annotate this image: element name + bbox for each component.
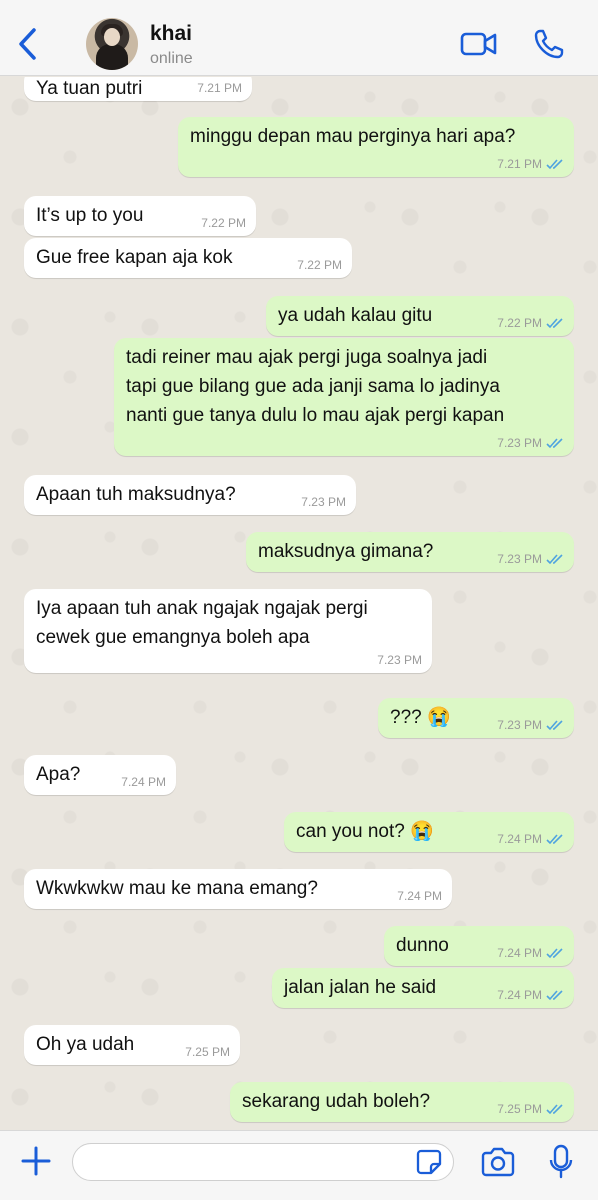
- message-timestamp: 7.24 PM: [497, 832, 542, 846]
- message-timestamp: 7.23 PM: [497, 552, 542, 566]
- incoming-message-bubble[interactable]: Apaan tuh maksudnya? 7.23 PM: [24, 475, 356, 515]
- contact-status: online: [150, 50, 193, 67]
- incoming-message-bubble[interactable]: Apa? 7.24 PM: [24, 755, 176, 795]
- read-receipt-icon: [546, 553, 563, 564]
- message-timestamp: 7.23 PM: [497, 718, 542, 732]
- read-receipt-icon: [546, 317, 563, 328]
- read-receipt-icon: [546, 719, 563, 730]
- message-timestamp: 7.23 PM: [301, 495, 346, 509]
- message-meta: 7.21 PM: [197, 81, 242, 95]
- avatar[interactable]: [86, 18, 138, 70]
- message-text: tadi reiner mau ajak pergi juga soalnya …: [126, 347, 505, 426]
- read-receipt-icon: [546, 1103, 563, 1114]
- message-text: Oh ya udah: [36, 1034, 135, 1055]
- message-text: Ya tuan putri: [36, 78, 143, 99]
- incoming-message-bubble[interactable]: Iya apaan tuh anak ngajak ngajak pergi c…: [24, 589, 432, 673]
- message-timestamp: 7.22 PM: [297, 258, 342, 272]
- message-text: Gue free kapan aja kok: [36, 247, 233, 268]
- message-timestamp: 7.21 PM: [197, 81, 242, 95]
- chat-header: khai online: [0, 0, 598, 76]
- read-receipt-icon: [546, 833, 563, 844]
- read-receipt-icon: [546, 158, 563, 169]
- message-meta: 7.21 PM: [497, 157, 564, 171]
- outgoing-message-bubble[interactable]: tadi reiner mau ajak pergi juga soalnya …: [114, 338, 574, 456]
- chat-area[interactable]: Ya tuan putri 7.21 PM minggu depan mau per…: [0, 77, 598, 1130]
- outgoing-message-bubble[interactable]: jalan jalan he said 7.24 PM: [272, 968, 574, 1008]
- outgoing-message-bubble[interactable]: ya udah kalau gitu 7.22 PM: [266, 296, 574, 336]
- message-text: sekarang udah boleh?: [242, 1091, 431, 1112]
- incoming-message-bubble[interactable]: Wkwkwkw mau ke mana emang? 7.24 PM: [24, 869, 452, 909]
- message-text: dunno: [396, 935, 449, 956]
- message-timestamp: 7.25 PM: [497, 1102, 542, 1116]
- incoming-message-bubble[interactable]: Gue free kapan aja kok 7.22 PM: [24, 238, 352, 278]
- message-meta: 7.23 PM: [497, 552, 564, 566]
- message-meta: 7.23 PM: [377, 653, 422, 667]
- message-meta: 7.24 PM: [121, 775, 166, 789]
- outgoing-message-bubble[interactable]: maksudnya gimana? 7.23 PM: [246, 532, 574, 572]
- message-meta: 7.22 PM: [201, 216, 246, 230]
- message-text: minggu depan mau perginya hari apa?: [190, 126, 516, 147]
- phone-icon[interactable]: [533, 28, 565, 60]
- message-timestamp: 7.25 PM: [185, 1045, 230, 1059]
- message-meta: 7.23 PM: [497, 718, 564, 732]
- message-text: Iya apaan tuh anak ngajak ngajak pergi c…: [36, 598, 368, 648]
- back-chevron-icon[interactable]: [14, 26, 42, 62]
- message-timestamp: 7.22 PM: [201, 216, 246, 230]
- outgoing-message-bubble[interactable]: ??? 😭 7.23 PM: [378, 698, 574, 738]
- message-timestamp: 7.24 PM: [497, 946, 542, 960]
- video-camera-icon[interactable]: [460, 30, 498, 58]
- message-meta: 7.25 PM: [497, 1102, 564, 1116]
- message-text: Apaan tuh maksudnya?: [36, 484, 236, 505]
- message-timestamp: 7.22 PM: [497, 316, 542, 330]
- message-text: maksudnya gimana?: [258, 541, 434, 562]
- message-text: ??? 😭: [390, 707, 451, 728]
- outgoing-message-bubble[interactable]: dunno 7.24 PM: [384, 926, 574, 966]
- message-meta: 7.25 PM: [185, 1045, 230, 1059]
- message-timestamp: 7.24 PM: [397, 889, 442, 903]
- message-text: Wkwkwkw mau ke mana emang?: [36, 878, 318, 899]
- message-meta: 7.24 PM: [497, 988, 564, 1002]
- message-meta: 7.22 PM: [297, 258, 342, 272]
- plus-icon[interactable]: [20, 1145, 52, 1177]
- message-meta: 7.22 PM: [497, 316, 564, 330]
- message-meta: 7.24 PM: [497, 832, 564, 846]
- message-text: It’s up to you: [36, 205, 144, 226]
- message-meta: 7.24 PM: [397, 889, 442, 903]
- contact-name[interactable]: khai: [150, 22, 192, 46]
- message-text: ya udah kalau gitu: [278, 305, 433, 326]
- message-meta: 7.23 PM: [497, 436, 564, 450]
- outgoing-message-bubble[interactable]: sekarang udah boleh? 7.25 PM: [230, 1082, 574, 1122]
- message-timestamp: 7.24 PM: [121, 775, 166, 789]
- outgoing-message-bubble[interactable]: can you not? 😭 7.24 PM: [284, 812, 574, 852]
- message-meta: 7.23 PM: [301, 495, 346, 509]
- message-text: can you not? 😭: [296, 821, 434, 842]
- camera-icon[interactable]: [480, 1147, 516, 1177]
- message-input[interactable]: [87, 1144, 387, 1180]
- read-receipt-icon: [546, 989, 563, 1000]
- incoming-message-bubble[interactable]: Oh ya udah 7.25 PM: [24, 1025, 240, 1065]
- input-bar: [0, 1130, 598, 1200]
- read-receipt-icon: [546, 947, 563, 958]
- message-timestamp: 7.24 PM: [497, 988, 542, 1002]
- message-timestamp: 7.23 PM: [377, 653, 422, 667]
- microphone-icon[interactable]: [549, 1144, 573, 1180]
- outgoing-message-bubble[interactable]: minggu depan mau perginya hari apa? 7.21 …: [178, 117, 574, 177]
- sticker-icon[interactable]: [416, 1149, 442, 1175]
- message-text: jalan jalan he said: [284, 977, 437, 998]
- message-timestamp: 7.23 PM: [497, 436, 542, 450]
- message-timestamp: 7.21 PM: [497, 157, 542, 171]
- message-text: Apa?: [36, 764, 81, 785]
- message-meta: 7.24 PM: [497, 946, 564, 960]
- incoming-message-bubble[interactable]: It’s up to you 7.22 PM: [24, 196, 256, 236]
- message-input-field[interactable]: [72, 1143, 454, 1181]
- incoming-message-bubble[interactable]: Ya tuan putri 7.21 PM: [24, 77, 252, 101]
- read-receipt-icon: [546, 437, 563, 448]
